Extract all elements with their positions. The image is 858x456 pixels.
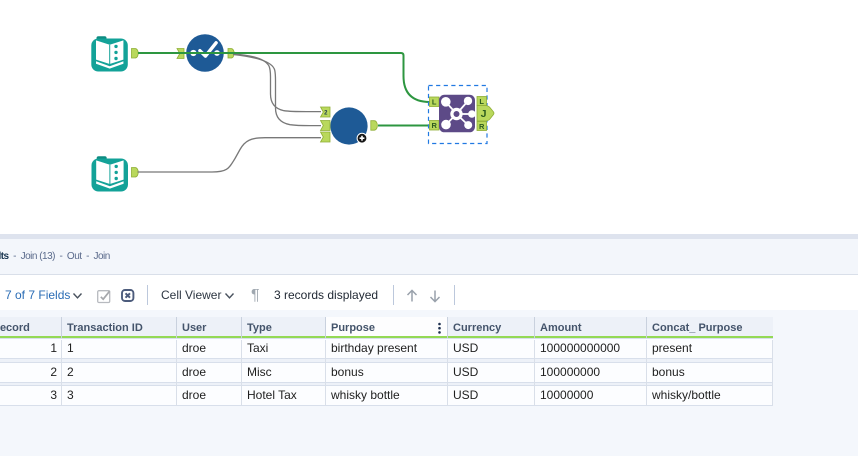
svg-text:R: R <box>431 121 437 130</box>
svg-text:J: J <box>481 108 487 120</box>
svg-text:R: R <box>479 122 485 131</box>
svg-text:L: L <box>432 98 437 107</box>
svg-text:L: L <box>479 97 484 106</box>
